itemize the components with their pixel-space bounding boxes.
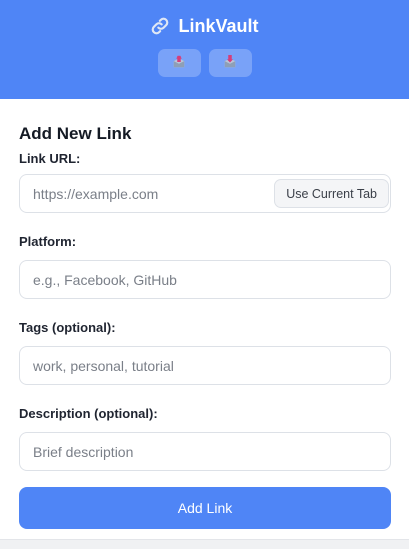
export-button[interactable] [157,49,201,77]
platform-field [19,260,391,299]
description-field [19,432,391,471]
description-input[interactable] [20,433,390,470]
tags-label: Tags (optional): [19,320,116,335]
app-header: LinkVault [0,0,409,99]
platform-input[interactable] [20,261,390,298]
use-current-tab-button[interactable]: Use Current Tab [274,179,389,208]
url-label: Link URL: [19,151,81,166]
export-icon [172,54,186,72]
add-link-panel: Add New Link Link URL: Use Current Tab P… [0,99,409,539]
link-icon [150,16,170,36]
tags-input[interactable] [20,347,390,384]
app-brand: LinkVault [150,14,259,38]
section-title: Add New Link [19,124,132,143]
url-field: Use Current Tab [19,174,391,213]
app-title: LinkVault [178,15,259,36]
description-label: Description (optional): [19,406,158,421]
footer-strip [0,539,409,549]
header-actions [157,49,252,77]
add-link-button[interactable]: Add Link [19,487,391,529]
import-icon [223,54,237,72]
import-button[interactable] [208,49,252,77]
tags-field [19,346,391,385]
platform-label: Platform: [19,234,77,249]
